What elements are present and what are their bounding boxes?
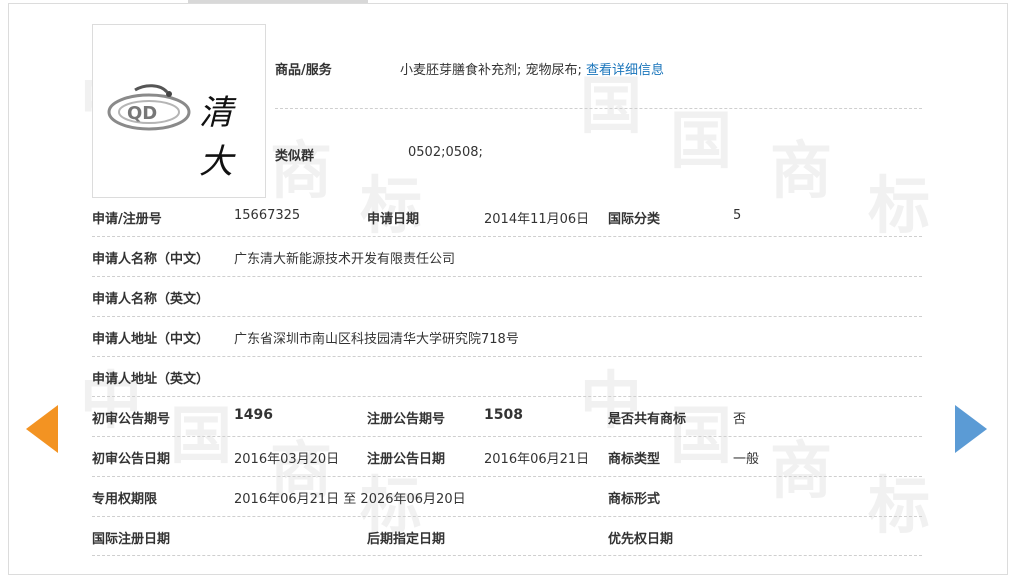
watermark-char: 标 bbox=[360, 169, 423, 242]
address-en-label: 申请人地址（英文） bbox=[92, 372, 210, 387]
similar-group-label: 类似群 bbox=[275, 149, 315, 164]
address-cn-value: 广东省深圳市南山区科技园清华大学研究院718号 bbox=[234, 332, 519, 347]
watermark-char: 商 bbox=[770, 434, 833, 507]
view-details-link[interactable]: 查看详细信息 bbox=[586, 63, 664, 78]
goods-label: 商品/服务 bbox=[275, 63, 332, 78]
logo-chinese-text: 清大 bbox=[199, 93, 235, 182]
goods-value: 小麦胚芽膳食补充剂; 宠物尿布; 查看详细信息 bbox=[400, 59, 664, 78]
reg-no-label: 申请/注册号 bbox=[92, 212, 162, 227]
divider bbox=[92, 356, 922, 357]
divider bbox=[92, 476, 922, 477]
divider bbox=[92, 236, 922, 237]
trademark-image: QD 清大 bbox=[92, 24, 266, 198]
watermark-char: 商 bbox=[770, 134, 833, 207]
applicant-cn-value: 广东清大新能源技术开发有限责任公司 bbox=[234, 252, 456, 267]
prelim-date-value: 2016年03月20日 bbox=[234, 452, 340, 467]
watermark-char: 标 bbox=[868, 469, 931, 542]
address-cn-label: 申请人地址（中文） bbox=[92, 332, 210, 347]
qd-logo-icon: QD bbox=[107, 84, 191, 131]
exclusive-period-label: 专用权期限 bbox=[92, 492, 158, 507]
reg-pub-date-label: 注册公告日期 bbox=[367, 452, 446, 467]
divider bbox=[92, 316, 922, 317]
reg-pub-no-label: 注册公告期号 bbox=[367, 412, 446, 427]
watermark-char: 国 bbox=[670, 104, 733, 177]
reg-pub-no-value: 1508 bbox=[484, 407, 523, 423]
arrow-right-icon[interactable] bbox=[955, 405, 987, 453]
goods-list: 小麦胚芽膳食补充剂; 宠物尿布; bbox=[400, 63, 587, 78]
reg-pub-date-value: 2016年06月21日 bbox=[484, 452, 590, 467]
prelim-no-label: 初审公告期号 bbox=[92, 412, 171, 427]
prelim-date-label: 初审公告日期 bbox=[92, 452, 171, 467]
mark-type-label: 商标类型 bbox=[608, 452, 661, 467]
priority-date-label: 优先权日期 bbox=[608, 532, 674, 547]
intl-reg-date-label: 国际注册日期 bbox=[92, 532, 171, 547]
exclusive-period-value: 2016年06月21日 至 2026年06月20日 bbox=[234, 492, 466, 507]
mark-form-label: 商标形式 bbox=[608, 492, 661, 507]
arrow-left-icon[interactable] bbox=[26, 405, 58, 453]
applicant-en-label: 申请人名称（英文） bbox=[92, 292, 210, 307]
divider bbox=[92, 436, 922, 437]
app-date-label: 申请日期 bbox=[367, 212, 420, 227]
divider bbox=[92, 555, 922, 556]
divider bbox=[92, 276, 922, 277]
reg-no-value: 15667325 bbox=[234, 208, 301, 223]
divider bbox=[275, 108, 922, 109]
divider bbox=[92, 516, 922, 517]
later-designation-date-label: 后期指定日期 bbox=[367, 532, 446, 547]
intl-class-value: 5 bbox=[733, 208, 742, 223]
mark-type-value: 一般 bbox=[733, 452, 760, 467]
app-date-value: 2014年11月06日 bbox=[484, 212, 590, 227]
prelim-no-value: 1496 bbox=[234, 407, 273, 423]
shared-label: 是否共有商标 bbox=[608, 412, 687, 427]
divider bbox=[92, 396, 922, 397]
shared-value: 否 bbox=[733, 412, 747, 427]
watermark-char: 国 bbox=[580, 69, 643, 142]
intl-class-label: 国际分类 bbox=[608, 212, 661, 227]
similar-group-value: 0502;0508; bbox=[408, 145, 483, 160]
svg-text:QD: QD bbox=[127, 103, 157, 124]
watermark-char: 标 bbox=[868, 169, 931, 242]
applicant-cn-label: 申请人名称（中文） bbox=[92, 252, 210, 267]
